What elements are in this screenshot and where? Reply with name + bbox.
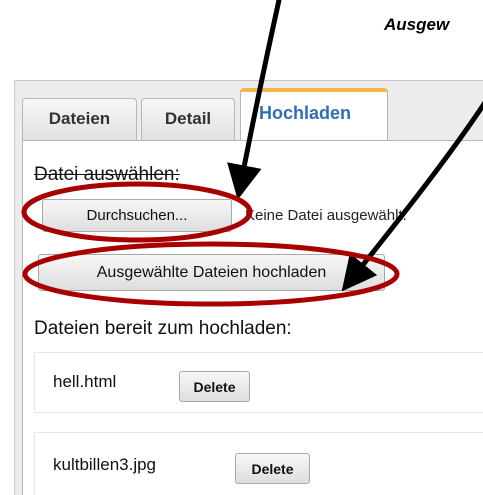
file-name: kultbillen3.jpg xyxy=(53,455,157,474)
upload-dialog-screenshot: Ausgew Dateien Detail Hochladen Datei au… xyxy=(0,0,483,495)
upload-selected-files-button[interactable]: Ausgewählte Dateien hochladen xyxy=(38,254,385,291)
delete-file-button[interactable]: Delete xyxy=(235,453,310,484)
select-file-label: Datei auswählen: xyxy=(34,164,180,185)
file-row: kultbillen3.jpg Delete xyxy=(34,432,483,495)
file-row: hell.html Delete xyxy=(34,352,483,413)
ready-files-label: Dateien bereit zum hochladen: xyxy=(34,318,292,339)
tab-detail[interactable]: Detail xyxy=(141,98,235,140)
browse-button[interactable]: Durchsuchen... xyxy=(42,199,232,232)
file-name: hell.html xyxy=(53,372,117,391)
delete-file-button[interactable]: Delete xyxy=(179,371,250,402)
tab-dateien[interactable]: Dateien xyxy=(22,98,137,140)
annotation-caption: Ausgew xyxy=(384,15,450,34)
tab-hochladen[interactable]: Hochladen xyxy=(240,88,388,142)
file-status-text: Keine Datei ausgewählt. xyxy=(245,207,407,224)
